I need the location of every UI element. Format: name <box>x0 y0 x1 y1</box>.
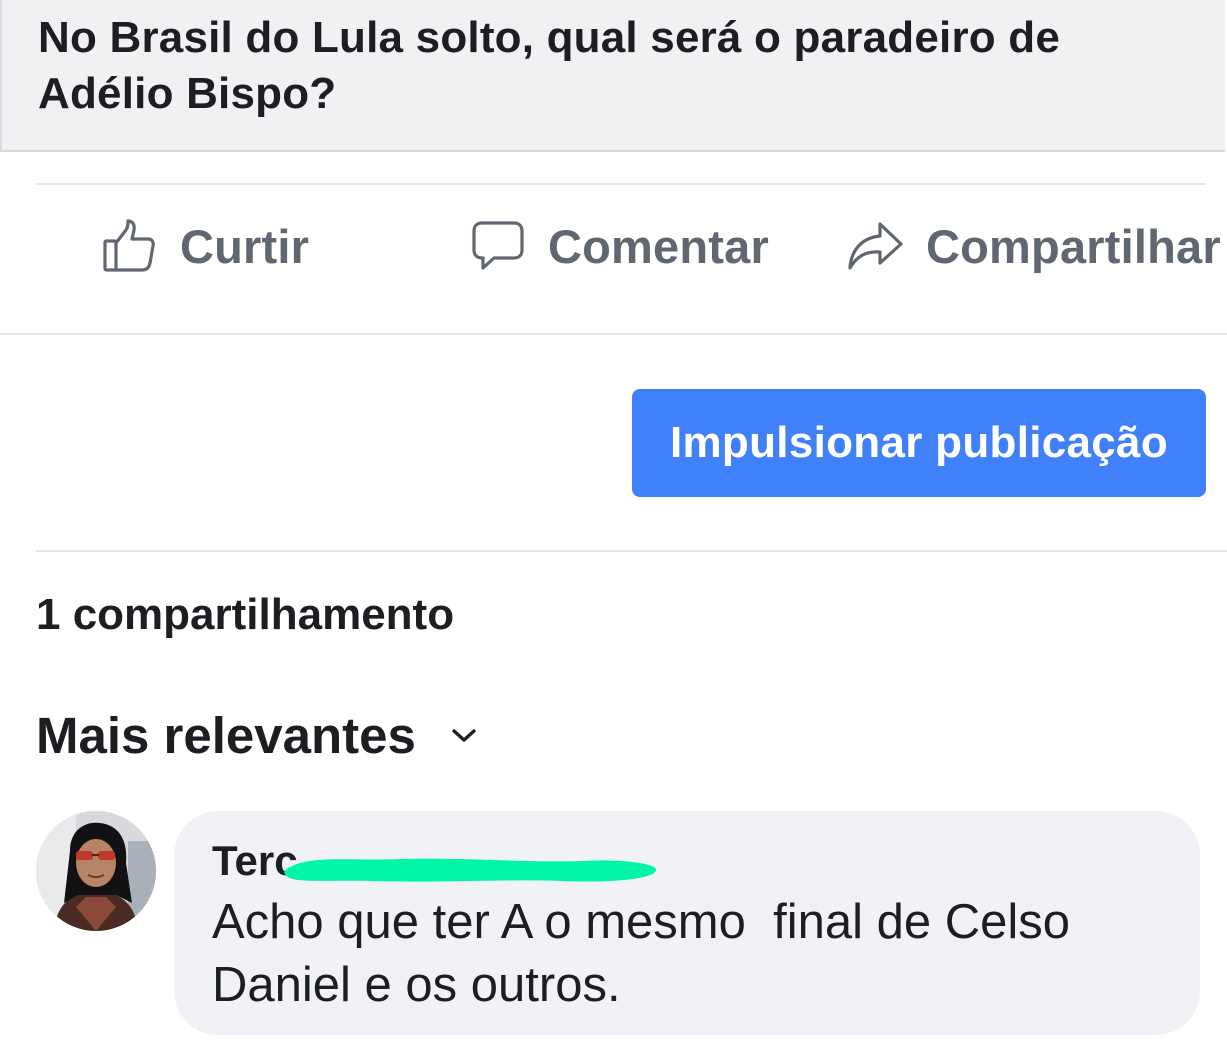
divider-boost <box>36 550 1227 552</box>
share-count[interactable]: 1 compartilhamento <box>36 590 454 640</box>
divider-top <box>36 183 1206 185</box>
like-button[interactable]: Curtir <box>102 210 309 282</box>
post-text: No Brasil do Lula solto, qual será o par… <box>38 13 1061 118</box>
avatar[interactable] <box>36 811 156 931</box>
comments-sort-dropdown[interactable]: Mais relevantes <box>36 706 478 765</box>
comment-text: Acho que ter A o mesmo final de Celso Da… <box>212 895 1084 1012</box>
share-button[interactable]: Compartilhar <box>846 210 1221 282</box>
chevron-down-icon <box>416 721 478 750</box>
boost-post-button[interactable]: Impulsionar publicação <box>632 389 1206 497</box>
comment-label: Comentar <box>548 219 769 273</box>
sort-label: Mais relevantes <box>36 707 416 764</box>
share-label: Compartilhar <box>926 219 1221 273</box>
comment-bubble: Terc Acho que ter A o mesmo final de Cel… <box>174 811 1200 1035</box>
speech-bubble-icon <box>470 218 526 274</box>
comment-button[interactable]: Comentar <box>470 210 769 282</box>
divider-actions <box>0 333 1227 335</box>
thumbs-up-icon <box>102 218 158 274</box>
post-text-box: No Brasil do Lula solto, qual será o par… <box>0 0 1225 152</box>
like-label: Curtir <box>180 219 310 273</box>
redaction-mark <box>284 858 657 882</box>
share-arrow-icon <box>846 218 904 274</box>
